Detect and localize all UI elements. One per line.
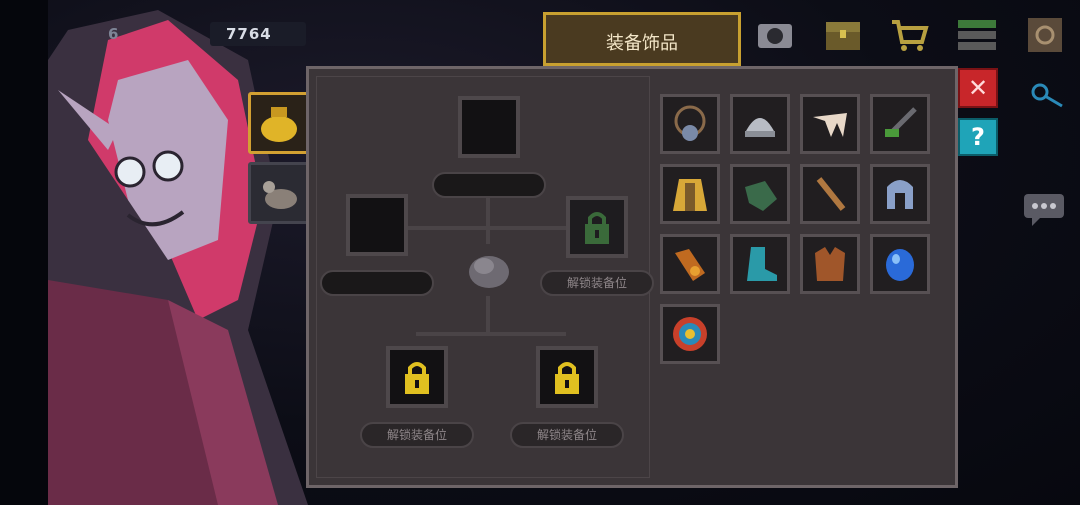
- skull-necklace-icon: [674, 105, 706, 141]
- leather-vest-icon: [815, 247, 845, 281]
- fire-gauntlet-icon: [675, 249, 705, 281]
- inventory-item-bone-claw[interactable]: [800, 94, 860, 154]
- close-icon: ✕: [967, 74, 989, 102]
- golden-bag-icon: [261, 107, 297, 142]
- equip-slot-top-label: [432, 172, 546, 198]
- category-tab-pets[interactable]: [248, 162, 310, 224]
- key-icon[interactable]: [1030, 82, 1066, 110]
- close-button[interactable]: ✕: [958, 68, 998, 108]
- coin-counter-left: 6: [108, 25, 119, 43]
- locked-slot-bottom-right[interactable]: [536, 346, 598, 408]
- inventory-item-target-shield[interactable]: [660, 304, 720, 364]
- inventory-item-golden-cloak[interactable]: [660, 164, 720, 224]
- connector-line: [486, 196, 490, 244]
- tab-title: 装备饰品: [606, 33, 678, 54]
- unlock-slot-button[interactable]: 解锁装备位: [360, 422, 474, 448]
- inventory-item-green-glove[interactable]: [730, 164, 790, 224]
- padlock-icon: [555, 362, 579, 394]
- inventory-item-green-dagger[interactable]: [870, 94, 930, 154]
- inventory-item-skull-necklace[interactable]: [660, 94, 720, 154]
- connector-line: [490, 226, 570, 230]
- help-button[interactable]: ?: [958, 118, 998, 156]
- character-sprite-icon: [469, 256, 509, 288]
- blue-gem-icon: [886, 249, 914, 281]
- rat-icon: [263, 181, 297, 209]
- green-dagger-icon: [885, 107, 917, 137]
- inventory-item-leather-vest[interactable]: [800, 234, 860, 294]
- inventory-item-spiked-helmet[interactable]: [730, 94, 790, 154]
- unlock-slot-button[interactable]: 解锁装备位: [540, 270, 654, 296]
- equip-slot-left[interactable]: [346, 194, 408, 256]
- shopping-cart-icon[interactable]: [888, 14, 930, 56]
- chat-icon[interactable]: [1022, 192, 1066, 228]
- teal-boot-icon: [747, 247, 777, 281]
- category-tab-accessories[interactable]: [248, 92, 310, 154]
- tab-equip-accessories[interactable]: 装备饰品: [543, 12, 741, 66]
- locked-slot-bottom-left[interactable]: [386, 346, 448, 408]
- coin-counter: 7764: [226, 25, 272, 43]
- locked-slot-right[interactable]: [566, 196, 628, 258]
- camera-icon[interactable]: [754, 14, 796, 56]
- help-icon: ?: [971, 123, 985, 151]
- wooden-wand-icon: [816, 177, 846, 211]
- target-shield-icon: [673, 317, 707, 351]
- bone-claw-icon: [813, 113, 847, 137]
- green-glove-icon: [745, 181, 777, 211]
- padlock-icon: [405, 362, 429, 394]
- pause-icon[interactable]: [1024, 14, 1066, 56]
- padlock-icon: [585, 212, 609, 244]
- inventory-item-steel-armor[interactable]: [870, 164, 930, 224]
- equip-slot-top[interactable]: [458, 96, 520, 158]
- spiked-helmet-icon: [745, 118, 775, 137]
- menu-list-icon[interactable]: [956, 14, 998, 56]
- inventory-item-blue-gem[interactable]: [870, 234, 930, 294]
- golden-cloak-icon: [673, 179, 707, 211]
- treasure-chest-icon[interactable]: [822, 14, 864, 56]
- unlock-slot-button[interactable]: 解锁装备位: [510, 422, 624, 448]
- connector-line: [416, 332, 566, 336]
- inventory-item-teal-boot[interactable]: [730, 234, 790, 294]
- equip-slot-left-label: [320, 270, 434, 296]
- inventory-item-fire-gauntlet[interactable]: [660, 234, 720, 294]
- vampire-character-portrait: [48, 10, 308, 505]
- steel-armor-icon: [887, 180, 913, 209]
- connector-line: [406, 226, 486, 230]
- connector-line: [486, 296, 490, 336]
- inventory-item-wooden-wand[interactable]: [800, 164, 860, 224]
